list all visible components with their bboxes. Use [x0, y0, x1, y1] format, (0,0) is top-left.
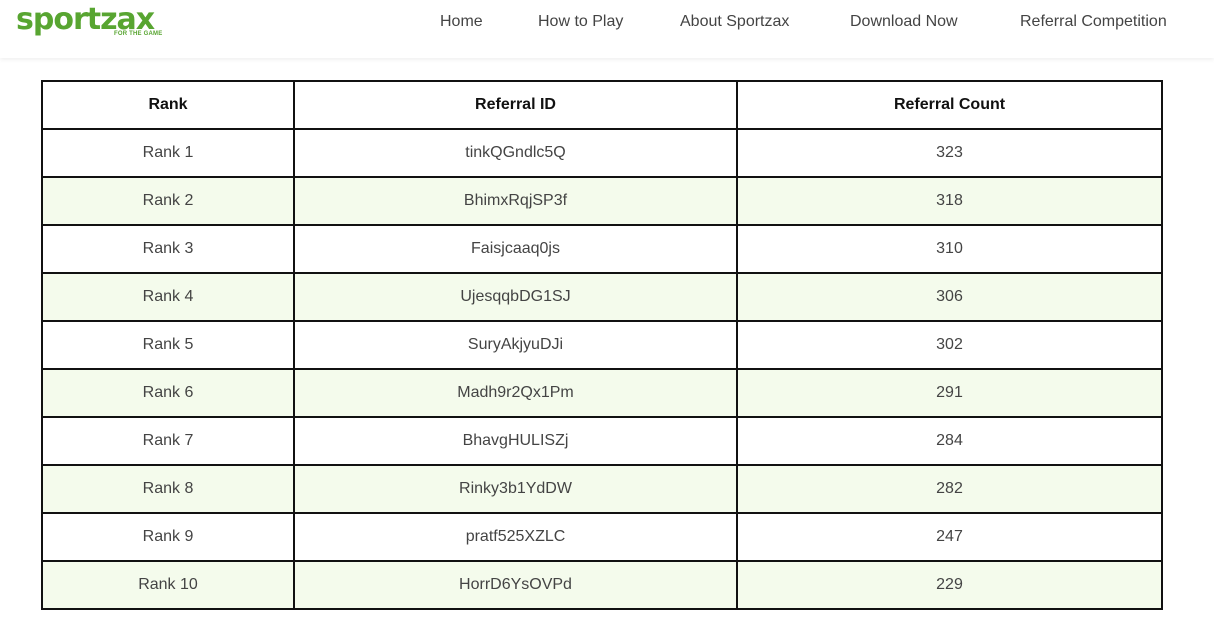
table-row: Rank 10 HorrD6YsOVPd 229 [41, 560, 1163, 610]
site-header: sportzax FOR THE GAME Home How to Play A… [0, 0, 1214, 58]
logo[interactable]: sportzax FOR THE GAME [16, 3, 168, 41]
referral-count-cell: 291 [736, 368, 1163, 418]
referral-id-cell: tinkQGndlc5Q [293, 128, 738, 178]
referral-count-cell: 229 [736, 560, 1163, 610]
table-header-row: Rank Referral ID Referral Count [41, 80, 1163, 130]
rank-cell: Rank 9 [41, 512, 295, 562]
referral-count-cell: 284 [736, 416, 1163, 466]
rank-cell: Rank 3 [41, 224, 295, 274]
referral-id-cell: HorrD6YsOVPd [293, 560, 738, 610]
nav-download-now[interactable]: Download Now [850, 0, 958, 44]
referral-id-header: Referral ID [293, 80, 738, 130]
nav-home[interactable]: Home [440, 0, 483, 44]
referral-leaderboard: Rank Referral ID Referral Count Rank 1 t… [41, 80, 1163, 610]
table-row: Rank 2 BhimxRqjSP3f 318 [41, 176, 1163, 226]
leaderboard-table: Rank Referral ID Referral Count Rank 1 t… [41, 80, 1163, 610]
rank-cell: Rank 7 [41, 416, 295, 466]
table-row: Rank 6 Madh9r2Qx1Pm 291 [41, 368, 1163, 418]
referral-count-cell: 323 [736, 128, 1163, 178]
rank-cell: Rank 4 [41, 272, 295, 322]
rank-cell: Rank 6 [41, 368, 295, 418]
logo-tagline: FOR THE GAME [114, 31, 163, 37]
referral-count-cell: 247 [736, 512, 1163, 562]
referral-id-cell: pratf525XZLC [293, 512, 738, 562]
referral-count-header: Referral Count [736, 80, 1163, 130]
referral-id-cell: SuryAkjyuDJi [293, 320, 738, 370]
table-row: Rank 8 Rinky3b1YdDW 282 [41, 464, 1163, 514]
referral-count-cell: 302 [736, 320, 1163, 370]
referral-count-cell: 310 [736, 224, 1163, 274]
referral-id-cell: UjesqqbDG1SJ [293, 272, 738, 322]
referral-id-cell: Rinky3b1YdDW [293, 464, 738, 514]
rank-cell: Rank 8 [41, 464, 295, 514]
table-row: Rank 4 UjesqqbDG1SJ 306 [41, 272, 1163, 322]
table-row: Rank 9 pratf525XZLC 247 [41, 512, 1163, 562]
referral-id-cell: BhavgHULISZj [293, 416, 738, 466]
referral-count-cell: 318 [736, 176, 1163, 226]
rank-cell: Rank 5 [41, 320, 295, 370]
table-row: Rank 3 Faisjcaaq0js 310 [41, 224, 1163, 274]
rank-cell: Rank 1 [41, 128, 295, 178]
rank-cell: Rank 10 [41, 560, 295, 610]
referral-count-cell: 282 [736, 464, 1163, 514]
nav-about-sportzax[interactable]: About Sportzax [680, 0, 789, 44]
referral-id-cell: BhimxRqjSP3f [293, 176, 738, 226]
rank-cell: Rank 2 [41, 176, 295, 226]
referral-id-cell: Faisjcaaq0js [293, 224, 738, 274]
table-row: Rank 1 tinkQGndlc5Q 323 [41, 128, 1163, 178]
rank-header: Rank [41, 80, 295, 130]
nav-how-to-play[interactable]: How to Play [538, 0, 623, 44]
referral-count-cell: 306 [736, 272, 1163, 322]
table-row: Rank 7 BhavgHULISZj 284 [41, 416, 1163, 466]
referral-id-cell: Madh9r2Qx1Pm [293, 368, 738, 418]
table-row: Rank 5 SuryAkjyuDJi 302 [41, 320, 1163, 370]
nav-referral-competition[interactable]: Referral Competition [1020, 0, 1167, 44]
